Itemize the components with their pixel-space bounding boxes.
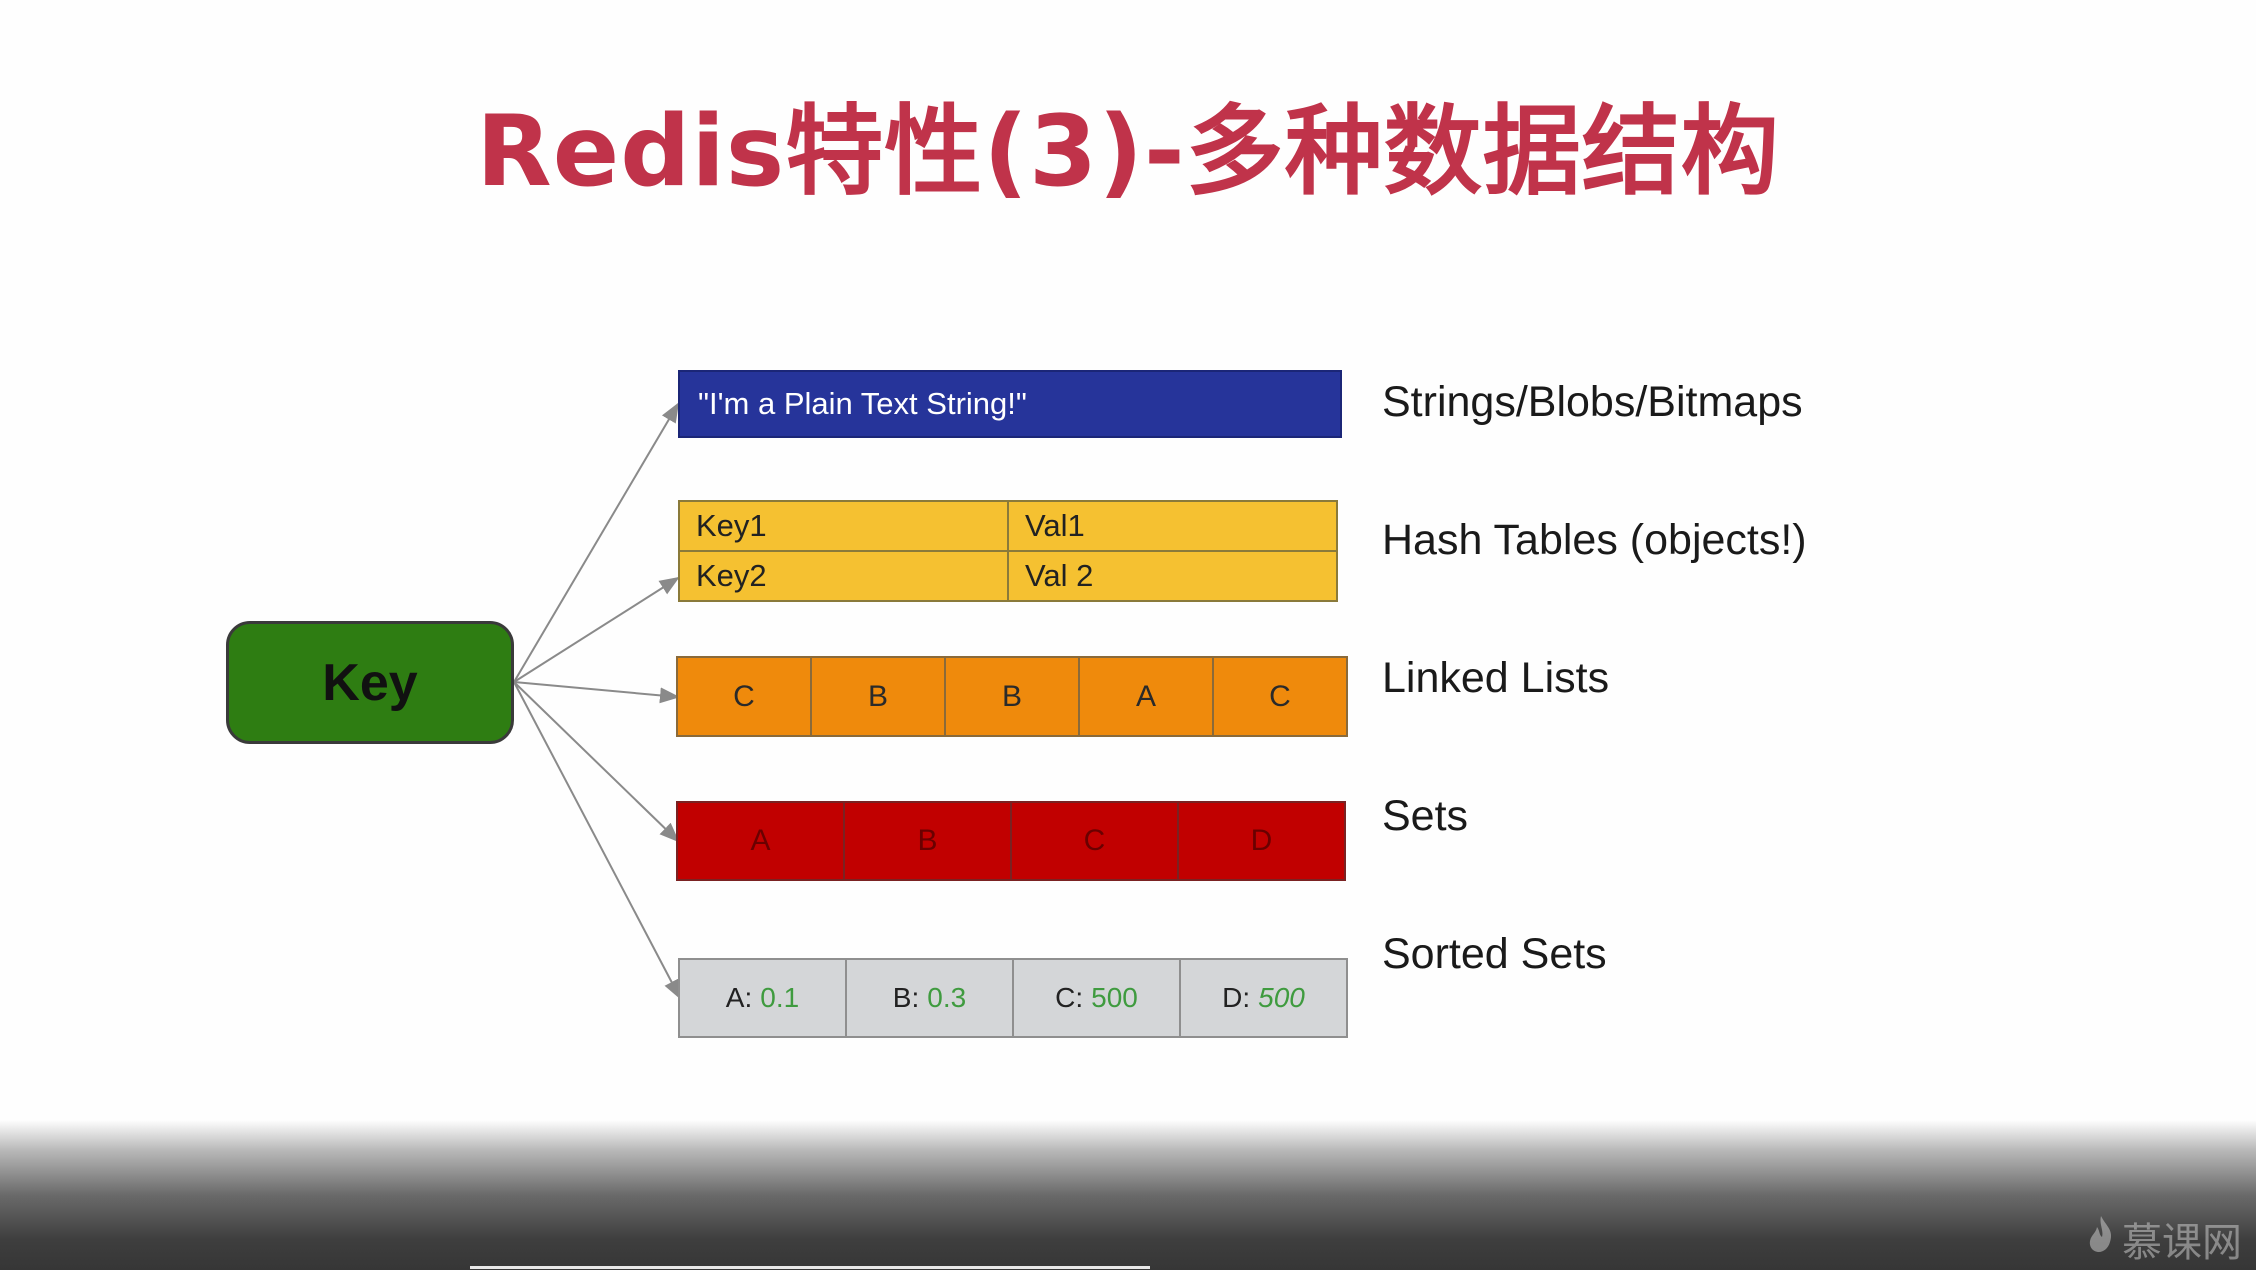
hash-table: Key1 Val1 Key2 Val 2 bbox=[678, 500, 1338, 602]
sorted-member-score: 500 bbox=[1091, 982, 1138, 1013]
list-node: C bbox=[1212, 656, 1348, 737]
sorted-member-score: 500 bbox=[1258, 982, 1305, 1013]
list-node: C bbox=[676, 656, 812, 737]
hash-key-cell: Key2 bbox=[678, 550, 1009, 602]
string-value-text: "I'm a Plain Text String!" bbox=[698, 386, 1027, 421]
sorted-member-name: B: bbox=[892, 982, 920, 1013]
hash-key-cell: Key1 bbox=[678, 500, 1009, 552]
set: A B C D bbox=[676, 801, 1346, 881]
hash-value-cell: Val 2 bbox=[1007, 550, 1338, 602]
sorted-set-member: B: 0.3 bbox=[845, 958, 1014, 1038]
hash-row: Key2 Val 2 bbox=[678, 550, 1338, 602]
list-node: B bbox=[810, 656, 946, 737]
watermark-text: 慕课网 bbox=[2122, 1220, 2242, 1266]
string-value-box: "I'm a Plain Text String!" bbox=[678, 370, 1342, 438]
slide: Redis特性(3)-多种数据结构 Key "I'm a Plain Text … bbox=[0, 0, 2256, 1270]
sorted-set-member: C: 500 bbox=[1012, 958, 1181, 1038]
arrow-to-list bbox=[513, 681, 680, 704]
set-member: B bbox=[843, 801, 1012, 881]
label-sorted-sets: Sorted Sets bbox=[1382, 930, 1607, 978]
arrow-to-sorted bbox=[513, 681, 681, 1000]
list-node: B bbox=[944, 656, 1080, 737]
arrow-to-strings bbox=[513, 402, 680, 683]
flame-logo-icon bbox=[2086, 1214, 2116, 1264]
set-member: A bbox=[676, 801, 845, 881]
video-bottom-overlay bbox=[0, 1120, 2256, 1270]
set-member: D bbox=[1177, 801, 1346, 881]
progress-line bbox=[470, 1266, 1150, 1269]
watermark: 慕课网 bbox=[2086, 1210, 2242, 1268]
arrow-to-hash bbox=[513, 576, 680, 683]
label-strings: Strings/Blobs/Bitmaps bbox=[1382, 378, 1803, 426]
label-sets: Sets bbox=[1382, 792, 1469, 840]
sorted-set-member: A: 0.1 bbox=[678, 958, 847, 1038]
linked-list: C B B A C bbox=[676, 656, 1348, 737]
sorted-member-score: 0.3 bbox=[927, 982, 967, 1013]
sorted-member-name: D: bbox=[1222, 982, 1251, 1013]
hash-row: Key1 Val1 bbox=[678, 500, 1338, 552]
label-linked-lists: Linked Lists bbox=[1382, 654, 1610, 702]
label-hash-tables: Hash Tables (objects!) bbox=[1382, 516, 1807, 564]
sorted-member-name: C: bbox=[1055, 982, 1084, 1013]
sorted-set-member: D: 500 bbox=[1179, 958, 1348, 1038]
key-label: Key bbox=[322, 653, 418, 712]
arrow-to-set bbox=[513, 681, 680, 843]
key-node: Key bbox=[226, 621, 514, 744]
sorted-set: A: 0.1 B: 0.3 C: 500 D: 500 bbox=[678, 958, 1348, 1038]
sorted-member-name: A: bbox=[725, 982, 753, 1013]
set-member: C bbox=[1010, 801, 1179, 881]
list-node: A bbox=[1078, 656, 1214, 737]
sorted-member-score: 0.1 bbox=[760, 982, 800, 1013]
hash-value-cell: Val1 bbox=[1007, 500, 1338, 552]
